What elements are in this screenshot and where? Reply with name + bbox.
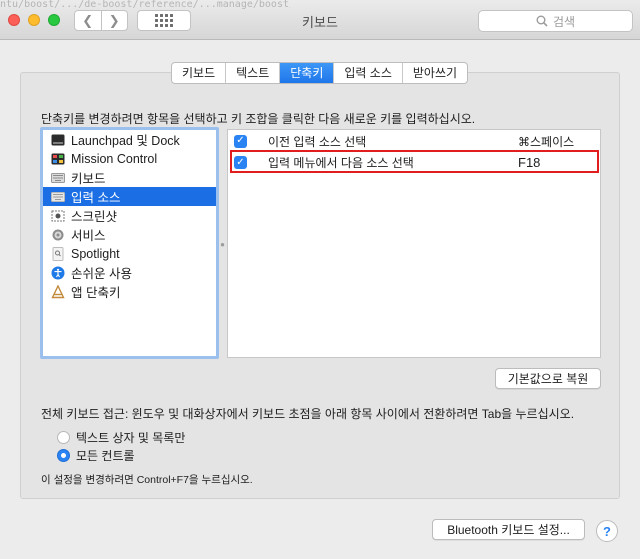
- category-label: 앱 단축키: [71, 286, 121, 300]
- category-label: 스크린샷: [71, 210, 118, 224]
- app-shortcuts-icon: [51, 284, 65, 298]
- bluetooth-keyboard-setup-button[interactable]: Bluetooth 키보드 설정...: [432, 519, 585, 540]
- category-label: Mission Control: [71, 151, 158, 166]
- category-item-app-shortcuts[interactable]: 앱 단축키: [43, 282, 216, 301]
- split-handle[interactable]: ●: [219, 240, 226, 249]
- category-item-screenshots[interactable]: 스크린샷: [43, 206, 216, 225]
- shortcut-row[interactable]: ✓ 이전 입력 소스 선택 ⌘스페이스: [228, 131, 600, 151]
- category-label: 키보드: [71, 172, 106, 186]
- radio-label: 모든 컨트롤: [76, 449, 135, 463]
- category-item-mission-control[interactable]: Mission Control: [43, 149, 216, 168]
- radio-label: 텍스트 상자 및 목록만: [76, 431, 186, 445]
- category-label: 손쉬운 사용: [71, 267, 132, 281]
- instruction-text: 단축키를 변경하려면 항목을 선택하고 키 조합을 클릭한 다음 새로운 키를 …: [41, 112, 476, 126]
- full-keyboard-access-label: 전체 키보드 접근: 윈도우 및 대화상자에서 키보드 초점을 아래 항목 사이…: [41, 407, 575, 421]
- tab-dictation[interactable]: 받아쓰기: [401, 63, 467, 83]
- shortcut-label: 이전 입력 소스 선택: [268, 134, 367, 149]
- accessibility-icon: [51, 266, 65, 279]
- gear-icon: [51, 228, 65, 241]
- checkmark-icon: ✓: [236, 135, 245, 146]
- category-item-accessibility[interactable]: 손쉬운 사용: [43, 263, 216, 282]
- screenshot-icon: [51, 209, 65, 222]
- launchpad-icon: [51, 133, 65, 146]
- shortcut-note: 이 설정을 변경하려면 Control+F7을 누르십시오.: [41, 474, 253, 486]
- search-icon: [536, 15, 548, 27]
- category-list: Launchpad 및 Dock Mission Control 키보드 입력 …: [40, 127, 219, 359]
- search-placeholder: 검색: [552, 14, 576, 29]
- tab-text[interactable]: 텍스트: [225, 63, 279, 83]
- restore-defaults-button[interactable]: 기본값으로 복원: [495, 368, 601, 389]
- tab-bar: 키보드 텍스트 단축키 입력 소스 받아쓰기: [171, 62, 469, 84]
- category-item-spotlight[interactable]: Spotlight: [43, 244, 216, 263]
- spotlight-icon: [51, 246, 65, 261]
- input-source-icon: [51, 190, 65, 203]
- radio-all-controls[interactable]: 모든 컨트롤: [57, 447, 135, 464]
- keyboard-preferences-window: ntu/boost/.../de-boost/reference/...mana…: [0, 0, 640, 559]
- radio-button[interactable]: [57, 431, 70, 444]
- shortcut-key[interactable]: ⌘스페이스: [518, 133, 574, 150]
- mission-control-icon: [51, 152, 65, 165]
- category-item-keyboard[interactable]: 키보드: [43, 168, 216, 187]
- radio-button[interactable]: [57, 449, 70, 462]
- search-input[interactable]: 검색: [478, 10, 633, 32]
- shortcut-checkbox[interactable]: ✓: [234, 134, 247, 148]
- tab-shortcuts[interactable]: 단축키: [279, 63, 334, 83]
- help-button[interactable]: ?: [596, 520, 618, 542]
- category-item-services[interactable]: 서비스: [43, 225, 216, 244]
- title-bar: ntu/boost/.../de-boost/reference/...mana…: [0, 0, 640, 40]
- category-label: 서비스: [71, 229, 106, 243]
- radio-text-boxes-and-lists[interactable]: 텍스트 상자 및 목록만: [57, 429, 185, 446]
- category-label: Spotlight: [71, 246, 120, 261]
- category-label: 입력 소스: [71, 191, 121, 205]
- category-item-launchpad[interactable]: Launchpad 및 Dock: [43, 130, 216, 149]
- tab-input-sources[interactable]: 입력 소스: [333, 63, 402, 83]
- category-label: Launchpad 및 Dock: [71, 134, 180, 148]
- keyboard-icon: [51, 171, 65, 184]
- tab-keyboard[interactable]: 키보드: [172, 63, 225, 83]
- highlight-annotation-box: [230, 150, 599, 173]
- category-item-input-sources[interactable]: 입력 소스: [43, 187, 216, 206]
